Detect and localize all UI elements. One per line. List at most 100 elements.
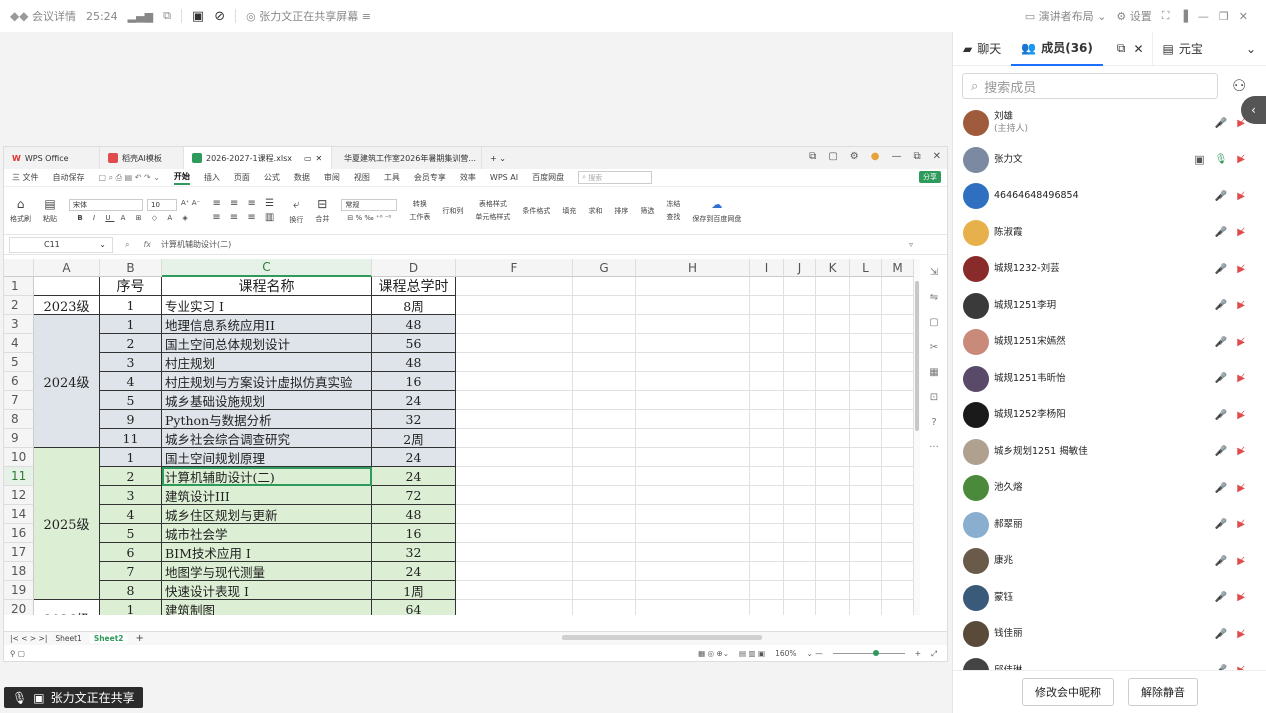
camera-off-icon[interactable]: ▶̸: [1237, 410, 1245, 421]
tab-close-icon[interactable]: ✕: [316, 154, 323, 163]
font-size-select[interactable]: 10: [147, 199, 177, 211]
cell-k[interactable]: [816, 562, 850, 581]
cell-h[interactable]: [636, 600, 750, 615]
cell-c[interactable]: 城乡住区规划与更新: [162, 505, 372, 524]
fullscreen-icon[interactable]: ⛶: [1162, 9, 1170, 23]
camera-off-icon[interactable]: ▶̸: [1237, 191, 1245, 202]
cell-m[interactable]: [882, 467, 914, 486]
cell-l[interactable]: [850, 581, 882, 600]
cell-b[interactable]: 5: [100, 391, 162, 410]
cell-f[interactable]: [456, 429, 573, 448]
menu-data[interactable]: 数据: [294, 172, 310, 183]
cell-m[interactable]: [882, 581, 914, 600]
cell-j[interactable]: [784, 505, 816, 524]
menu-home[interactable]: 开始: [173, 171, 190, 185]
cell-m[interactable]: [882, 486, 914, 505]
cell-d[interactable]: 16: [372, 524, 456, 543]
cell-i[interactable]: [750, 581, 784, 600]
cell-h[interactable]: [636, 562, 750, 581]
table-style-button[interactable]: 表格样式: [479, 199, 507, 209]
camera-off-icon[interactable]: ▶̸: [1237, 154, 1245, 165]
cell-m[interactable]: [882, 600, 914, 615]
sum-button[interactable]: 求和: [588, 206, 602, 216]
select-tool-icon[interactable]: ⇲: [930, 267, 938, 278]
row-header[interactable]: 8: [4, 410, 34, 429]
mic-muted-icon[interactable]: 🎤̸: [1215, 118, 1227, 129]
cell-i[interactable]: [750, 429, 784, 448]
cell-d[interactable]: 72: [372, 486, 456, 505]
member-row[interactable]: 城规1232-刘芸 🎤̸ ▶̸: [953, 251, 1253, 287]
meeting-detail[interactable]: ◆◆ 会议详情: [10, 8, 76, 24]
cell-d[interactable]: 16: [372, 372, 456, 391]
cell-k[interactable]: [816, 448, 850, 467]
cell-h[interactable]: [636, 315, 750, 334]
cell-d[interactable]: 1周: [372, 581, 456, 600]
cell-l[interactable]: [850, 543, 882, 562]
cell-l[interactable]: [850, 410, 882, 429]
cell-m[interactable]: [882, 296, 914, 315]
filter-button[interactable]: 筛选: [640, 206, 654, 216]
menu-review[interactable]: 审阅: [324, 172, 340, 183]
mic-muted-icon[interactable]: 🎤̸: [1215, 373, 1227, 384]
col-header-f[interactable]: F: [456, 259, 573, 277]
mic-muted-icon[interactable]: 🎤̸: [1215, 446, 1227, 457]
mic-muted-icon[interactable]: 🎤̸: [1215, 556, 1227, 567]
cell-d[interactable]: 2周: [372, 429, 456, 448]
cell-i[interactable]: [750, 410, 784, 429]
cell-h[interactable]: [636, 429, 750, 448]
cond-format-button[interactable]: 条件格式: [522, 206, 550, 216]
cell-l[interactable]: [850, 562, 882, 581]
cell-b[interactable]: 序号: [100, 277, 162, 296]
cell-i[interactable]: [750, 448, 784, 467]
cell-f[interactable]: [456, 391, 573, 410]
worksheet-button[interactable]: 工作表: [409, 212, 430, 222]
cell-g[interactable]: [573, 277, 636, 296]
cell-g[interactable]: [573, 353, 636, 372]
col-header-m[interactable]: M: [882, 259, 914, 277]
new-tab-button[interactable]: + ⌄: [482, 147, 514, 169]
cell-d[interactable]: 32: [372, 410, 456, 429]
cell-l[interactable]: [850, 600, 882, 615]
cell-c[interactable]: 城市社会学: [162, 524, 372, 543]
cell-f[interactable]: [456, 467, 573, 486]
camera-off-icon[interactable]: ▶̸: [1237, 373, 1245, 384]
spreadsheet-grid[interactable]: A B C D F G H I J K L M 1 序号 课程名称 课程总学时 2 1 专业…: [4, 259, 914, 615]
cell-k[interactable]: [816, 543, 850, 562]
merge-button[interactable]: ⊟ 合并: [315, 197, 329, 224]
cell-d[interactable]: 48: [372, 505, 456, 524]
row-header[interactable]: 5: [4, 353, 34, 372]
cell-g[interactable]: [573, 562, 636, 581]
cell-i[interactable]: [750, 296, 784, 315]
cell-d[interactable]: 24: [372, 562, 456, 581]
row-header[interactable]: 17: [4, 543, 34, 562]
mic-muted-icon[interactable]: 🎤̸: [1215, 629, 1227, 640]
cell-j[interactable]: [784, 277, 816, 296]
cell-j[interactable]: [784, 524, 816, 543]
row-header[interactable]: 14: [4, 505, 34, 524]
zoom-out-icon[interactable]: ⌄ —: [807, 649, 823, 658]
member-row[interactable]: 城规1251李玥 🎤̸ ▶̸: [953, 288, 1253, 324]
avatar[interactable]: ●: [871, 151, 880, 162]
chart-icon[interactable]: ▦: [929, 367, 938, 378]
cell-g[interactable]: [573, 315, 636, 334]
cell-j[interactable]: [784, 429, 816, 448]
col-header-c[interactable]: C: [162, 259, 372, 277]
cell-j[interactable]: [784, 581, 816, 600]
cell-f[interactable]: [456, 277, 573, 296]
col-header-i[interactable]: I: [750, 259, 784, 277]
cell-m[interactable]: [882, 543, 914, 562]
cell-i[interactable]: [750, 334, 784, 353]
mic-muted-icon[interactable]: 🎤̸: [1215, 592, 1227, 603]
share-button[interactable]: 分享: [919, 171, 941, 183]
cell-f[interactable]: [456, 372, 573, 391]
cell-b[interactable]: 7: [100, 562, 162, 581]
bookmark-icon[interactable]: ⊡: [930, 392, 938, 403]
member-row[interactable]: 郝翠丽 🎤̸ ▶̸: [953, 507, 1253, 543]
cell-m[interactable]: [882, 353, 914, 372]
cell-d[interactable]: 48: [372, 353, 456, 372]
cell-b[interactable]: 8: [100, 581, 162, 600]
cell-k[interactable]: [816, 277, 850, 296]
zoom-in-icon[interactable]: +: [915, 649, 921, 658]
cell-m[interactable]: [882, 315, 914, 334]
cell-i[interactable]: [750, 372, 784, 391]
